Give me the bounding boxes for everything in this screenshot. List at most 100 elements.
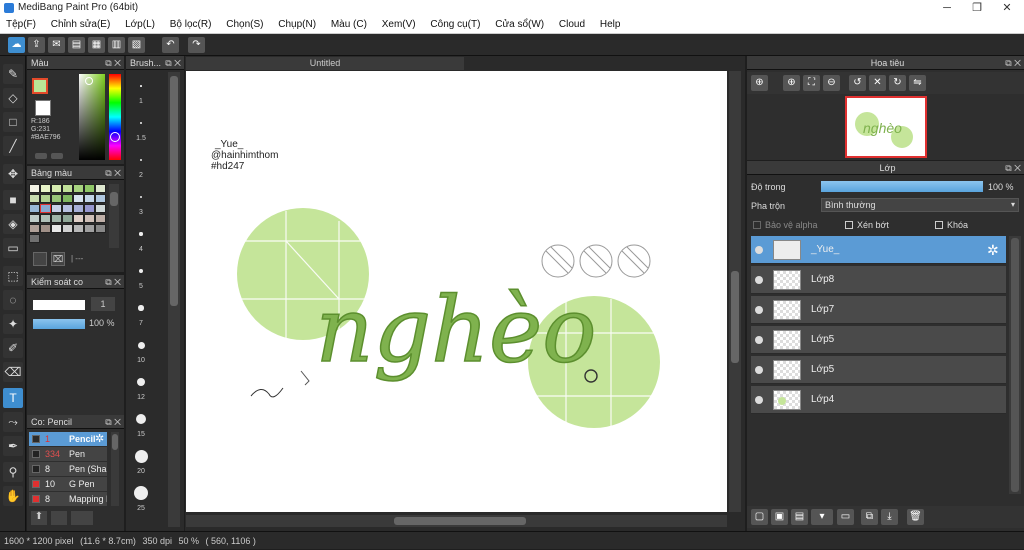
color-swatch[interactable] (51, 214, 62, 223)
document-icon[interactable]: ▦ (88, 37, 105, 53)
color-swatch[interactable] (62, 194, 73, 203)
grid-icon[interactable]: ▥ (108, 37, 125, 53)
color-swatch[interactable] (40, 204, 51, 213)
brush-size-dot[interactable] (139, 269, 143, 273)
brush-size-dot[interactable] (137, 341, 145, 349)
color-swatch[interactable] (73, 184, 84, 193)
color-swatch[interactable] (29, 234, 40, 243)
select-eraser-icon[interactable]: ⌫ (3, 362, 23, 382)
zoom-out-icon[interactable]: ⊖ (823, 75, 840, 91)
visibility-eye-icon[interactable] (755, 366, 763, 374)
brush-size-dot[interactable] (140, 122, 142, 124)
brush-size-dot[interactable] (134, 486, 148, 500)
line-tool-icon[interactable]: ╱ (3, 136, 23, 156)
color-swatch[interactable] (40, 184, 51, 193)
menu-edit[interactable]: Chỉnh sửa(E) (45, 16, 117, 32)
flip-icon[interactable]: ⇋ (909, 75, 926, 91)
move-tool-icon[interactable]: ✥ (3, 164, 23, 184)
layer-item[interactable]: Lớp7 (751, 296, 1006, 324)
fill-rect-tool-icon[interactable]: ■ (3, 190, 23, 210)
brush-item[interactable]: 10 G Pen (29, 477, 107, 491)
zoom-in-small-icon[interactable]: ⊕ (783, 75, 800, 91)
menu-tools[interactable]: Công cụ(T) (424, 16, 486, 32)
clip-checkbox[interactable] (845, 221, 853, 229)
menu-view[interactable]: Xem(V) (376, 16, 422, 32)
color-swatch[interactable] (29, 194, 40, 203)
menu-filter[interactable]: Bộ lọc(R) (164, 16, 218, 32)
brush-menu-icon[interactable] (71, 511, 93, 525)
layer-item[interactable]: Lớp5 (751, 326, 1006, 354)
trash-swatch-icon[interactable]: ⌧ (51, 252, 65, 266)
color-swatch[interactable] (95, 194, 106, 203)
color-swatch[interactable] (73, 214, 84, 223)
close-button[interactable]: ✕ (992, 0, 1022, 16)
hue-slider[interactable] (109, 74, 121, 160)
reset-rotation-icon[interactable]: ✕ (869, 75, 886, 91)
select-tool-icon[interactable]: ⬚ (3, 266, 23, 286)
color-swatch[interactable] (62, 204, 73, 213)
menu-snap[interactable]: Chụp(N) (272, 16, 322, 32)
brush-size-dot[interactable] (138, 305, 144, 311)
color-swatch[interactable] (40, 214, 51, 223)
color-swatch[interactable] (29, 204, 40, 213)
new-brush-icon[interactable] (51, 511, 67, 525)
color-swatch[interactable] (73, 224, 84, 233)
swatch-scrollbar[interactable] (109, 184, 119, 248)
brush-size-list[interactable]: 1 1.5 2 3 4 5 7 10 12 15 20 25 (126, 72, 156, 527)
restore-button[interactable]: ❐ (962, 0, 992, 16)
share-icon[interactable]: ⇪ (28, 37, 45, 53)
dropper-small-icon[interactable] (51, 153, 63, 159)
color-swatch[interactable] (95, 214, 106, 223)
cloud-icon[interactable]: ☁ (8, 37, 25, 53)
menu-help[interactable]: Help (594, 16, 627, 32)
dropper-tool-icon[interactable]: ✒ (3, 436, 23, 456)
gradient-tool-icon[interactable]: ▭ (3, 238, 23, 258)
color-swatch[interactable] (51, 204, 62, 213)
color-swatch[interactable] (95, 184, 106, 193)
new-swatch-icon[interactable] (33, 252, 47, 266)
brush-size-dot[interactable] (134, 449, 148, 463)
rotate-left-icon[interactable]: ↺ (849, 75, 866, 91)
layer-scrollbar[interactable] (1009, 236, 1021, 494)
brush-size-dot[interactable] (139, 158, 143, 162)
menu-layer[interactable]: Lớp(L) (119, 16, 161, 32)
color-swatch[interactable] (73, 204, 84, 213)
select-pen-icon[interactable]: ✐ (3, 338, 23, 358)
swatch-grid[interactable] (29, 184, 106, 246)
color-swatch[interactable] (29, 224, 40, 233)
merge-layer-icon[interactable]: ⤓ (881, 509, 898, 525)
text-tool-icon[interactable]: T (3, 388, 23, 408)
background-color[interactable] (35, 100, 51, 116)
panel-controls-icon[interactable]: ⧉ ✕ (1005, 161, 1021, 175)
brush-size-value[interactable]: 1 (91, 297, 115, 311)
color-swatch[interactable] (84, 224, 95, 233)
panel-controls-icon[interactable]: ⧉ ✕ (105, 56, 121, 70)
rotate-right-icon[interactable]: ↻ (889, 75, 906, 91)
lasso-tool-icon[interactable]: ◌ (3, 290, 23, 310)
drawing-canvas[interactable]: nghèo _Yue_ @hainhimthom #hd247 (186, 71, 727, 512)
color-swatch[interactable] (95, 204, 106, 213)
layer-opacity-slider[interactable] (821, 181, 983, 192)
color-swatch[interactable] (51, 224, 62, 233)
brush-size-dot[interactable] (139, 232, 143, 236)
color-swatch[interactable] (51, 194, 62, 203)
color-swatch[interactable] (62, 224, 73, 233)
new-layer-icon[interactable]: ▢ (751, 509, 768, 525)
canvas-horizontal-scrollbar[interactable] (186, 515, 727, 527)
tiles-icon[interactable]: ▧ (128, 37, 145, 53)
delete-layer-icon[interactable]: 🗑 (907, 509, 924, 525)
panel-controls-icon[interactable]: ⧉ ✕ (1005, 56, 1021, 70)
brush-size-dot[interactable] (136, 377, 146, 387)
color-swatch[interactable] (84, 184, 95, 193)
brush-item[interactable]: 8 Mapping P (29, 492, 107, 506)
brush-size-dot[interactable] (139, 195, 143, 199)
hand-tool-icon[interactable]: ✋ (3, 486, 23, 506)
visibility-eye-icon[interactable] (755, 336, 763, 344)
foreground-color[interactable] (32, 78, 48, 94)
blend-mode-select[interactable]: Bình thường ▾ (821, 198, 1019, 212)
opacity-slider[interactable] (33, 319, 85, 329)
add-color-icon[interactable] (35, 153, 47, 159)
bucket-tool-icon[interactable]: ◈ (3, 214, 23, 234)
brush-list-scrollbar[interactable] (111, 432, 119, 506)
add-layer-menu-icon[interactable]: ▾ (811, 509, 833, 525)
